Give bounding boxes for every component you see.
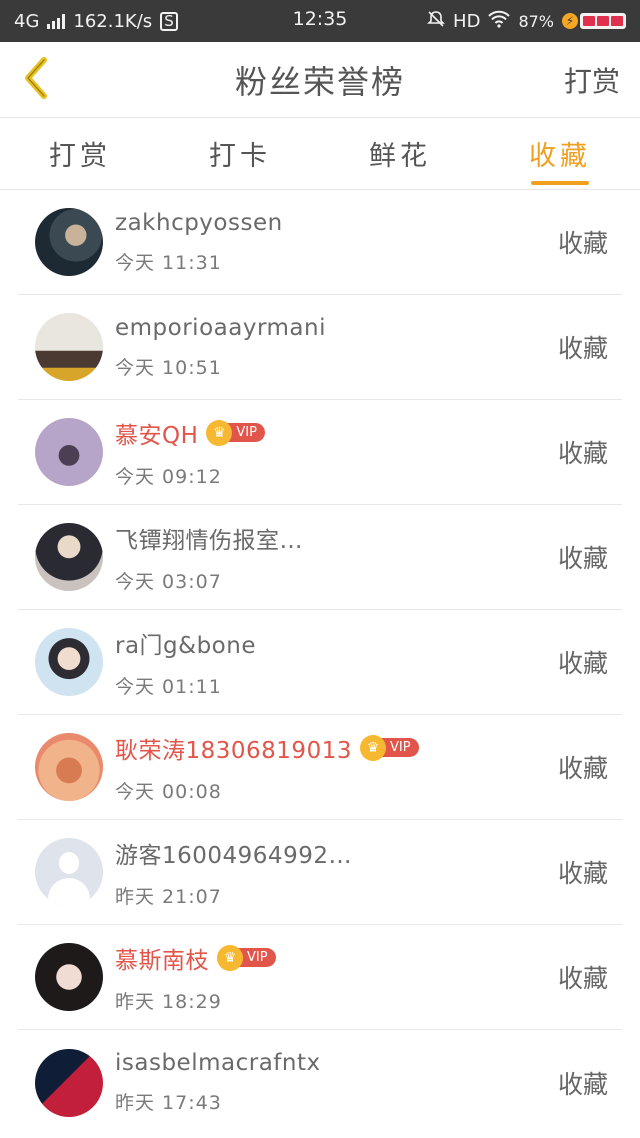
timestamp: 昨天 21:07 [115, 885, 222, 908]
user-name: 游客16004964992… [115, 842, 352, 869]
user-info: 耿荣涛18306819013 ♛ VIP 今天 00:08 [115, 731, 419, 804]
list-item[interactable]: 慕斯南枝 ♛ VIP 昨天 18:29 收藏 [18, 925, 622, 1030]
user-name: 慕安QH [115, 422, 199, 449]
list-item[interactable]: isasbelmacrafntx 昨天 17:43 收藏 [18, 1030, 622, 1135]
status-bar: 4G 162.1K/s S 12:35 HD 87% ⚡ [0, 0, 640, 42]
vip-label: VIP [226, 423, 265, 442]
timestamp: 今天 00:08 [115, 780, 222, 803]
charging-icon: ⚡ [562, 13, 578, 29]
avatar[interactable] [35, 313, 103, 381]
action-label: 收藏 [557, 859, 608, 888]
user-info: 游客16004964992… 昨天 21:07 [115, 836, 352, 909]
name-line: 飞镡翔情伤报室… [115, 521, 303, 555]
tab-flowers[interactable]: 鲜花 [320, 118, 480, 189]
avatar[interactable] [35, 943, 103, 1011]
user-info: ra门g&bone 今天 01:11 [115, 626, 256, 699]
user-name: zakhcpyossen [115, 209, 283, 236]
network-type: 4G [14, 10, 40, 32]
name-line: ra门g&bone [115, 626, 256, 660]
timestamp: 昨天 18:29 [115, 990, 222, 1013]
avatar[interactable] [35, 1048, 103, 1117]
timestamp: 今天 10:51 [115, 356, 222, 379]
user-info: emporioaayrmani 今天 10:51 [115, 315, 326, 380]
list-item[interactable]: emporioaayrmani 今天 10:51 收藏 [18, 295, 622, 400]
tab-bar: 打赏 打卡 鲜花 收藏 [0, 118, 640, 190]
list-item[interactable]: zakhcpyossen 今天 11:31 收藏 [18, 190, 622, 295]
name-line: isasbelmacrafntx [115, 1050, 321, 1076]
chevron-left-icon [20, 56, 50, 104]
mute-icon [427, 10, 445, 33]
user-name: emporioaayrmani [115, 314, 326, 341]
list-item[interactable]: 耿荣涛18306819013 ♛ VIP 今天 00:08 收藏 [18, 715, 622, 820]
timestamp: 今天 11:31 [115, 251, 222, 274]
user-info: isasbelmacrafntx 昨天 17:43 [115, 1050, 321, 1115]
crown-icon: ♛ [217, 944, 243, 971]
battery-icon: ⚡ [562, 13, 626, 29]
user-name: 耿荣涛18306819013 [115, 737, 352, 764]
vip-badge: ♛ VIP [217, 944, 276, 971]
tip-button[interactable]: 打赏 [564, 60, 620, 100]
action-label: 收藏 [557, 334, 608, 363]
action-label: 收藏 [557, 439, 608, 468]
battery-percent: 87% [518, 11, 554, 31]
name-line: 慕安QH ♛ VIP [115, 416, 265, 450]
user-name: 飞镡翔情伤报室… [115, 527, 303, 554]
name-line: 耿荣涛18306819013 ♛ VIP [115, 731, 419, 765]
name-line: emporioaayrmani [115, 315, 326, 341]
tab-checkin[interactable]: 打卡 [160, 118, 320, 189]
vip-badge: ♛ VIP [206, 419, 265, 446]
fan-list: zakhcpyossen 今天 11:31 收藏 emporioaayrmani 今天 … [18, 190, 622, 1135]
header: 粉丝荣誉榜 打赏 [0, 42, 640, 118]
back-button[interactable] [20, 55, 60, 105]
action-label: 收藏 [557, 649, 608, 678]
user-name: ra门g&bone [115, 632, 256, 659]
avatar[interactable] [35, 523, 103, 591]
list-item[interactable]: ra门g&bone 今天 01:11 收藏 [18, 610, 622, 715]
tab-tip[interactable]: 打赏 [0, 118, 160, 189]
action-label: 收藏 [557, 229, 608, 258]
default-avatar-icon[interactable] [35, 838, 103, 906]
crown-icon: ♛ [206, 419, 233, 446]
user-name: 慕斯南枝 [115, 947, 209, 974]
action-label: 收藏 [557, 964, 608, 993]
timestamp: 昨天 17:43 [115, 1092, 222, 1114]
name-line: zakhcpyossen [115, 210, 283, 236]
tab-favorites[interactable]: 收藏 [480, 118, 640, 189]
hd-indicator: HD [453, 10, 481, 32]
list-item[interactable]: 慕安QH ♛ VIP 今天 09:12 收藏 [18, 400, 622, 505]
avatar[interactable] [35, 628, 103, 696]
name-line: 游客16004964992… [115, 836, 352, 870]
user-info: 飞镡翔情伤报室… 今天 03:07 [115, 521, 303, 594]
avatar[interactable] [35, 733, 103, 801]
list-item[interactable]: 游客16004964992… 昨天 21:07 收藏 [18, 820, 622, 925]
timestamp: 今天 09:12 [115, 465, 222, 488]
user-info: zakhcpyossen 今天 11:31 [115, 210, 283, 275]
crown-icon: ♛ [359, 734, 386, 761]
user-info: 慕斯南枝 ♛ VIP 昨天 18:29 [115, 941, 276, 1014]
action-label: 收藏 [557, 1069, 608, 1099]
signal-icon [47, 13, 66, 29]
name-line: 慕斯南枝 ♛ VIP [115, 941, 276, 975]
network-speed: 162.1K/s [73, 10, 153, 32]
page-title: 粉丝荣誉榜 [234, 62, 405, 101]
app-notification-icon: S [160, 11, 178, 31]
avatar[interactable] [35, 208, 103, 276]
timestamp: 今天 01:11 [115, 675, 222, 698]
status-left: 4G 162.1K/s S [14, 11, 178, 32]
status-right: HD 87% ⚡ [427, 10, 626, 33]
wifi-icon [488, 10, 511, 33]
action-label: 收藏 [557, 754, 608, 783]
user-name: isasbelmacrafntx [115, 1050, 321, 1076]
vip-badge: ♛ VIP [359, 734, 419, 761]
avatar[interactable] [35, 418, 103, 486]
list-item[interactable]: 飞镡翔情伤报室… 今天 03:07 收藏 [18, 505, 622, 610]
action-label: 收藏 [557, 544, 608, 573]
timestamp: 今天 03:07 [115, 570, 222, 593]
user-info: 慕安QH ♛ VIP 今天 09:12 [115, 416, 265, 489]
